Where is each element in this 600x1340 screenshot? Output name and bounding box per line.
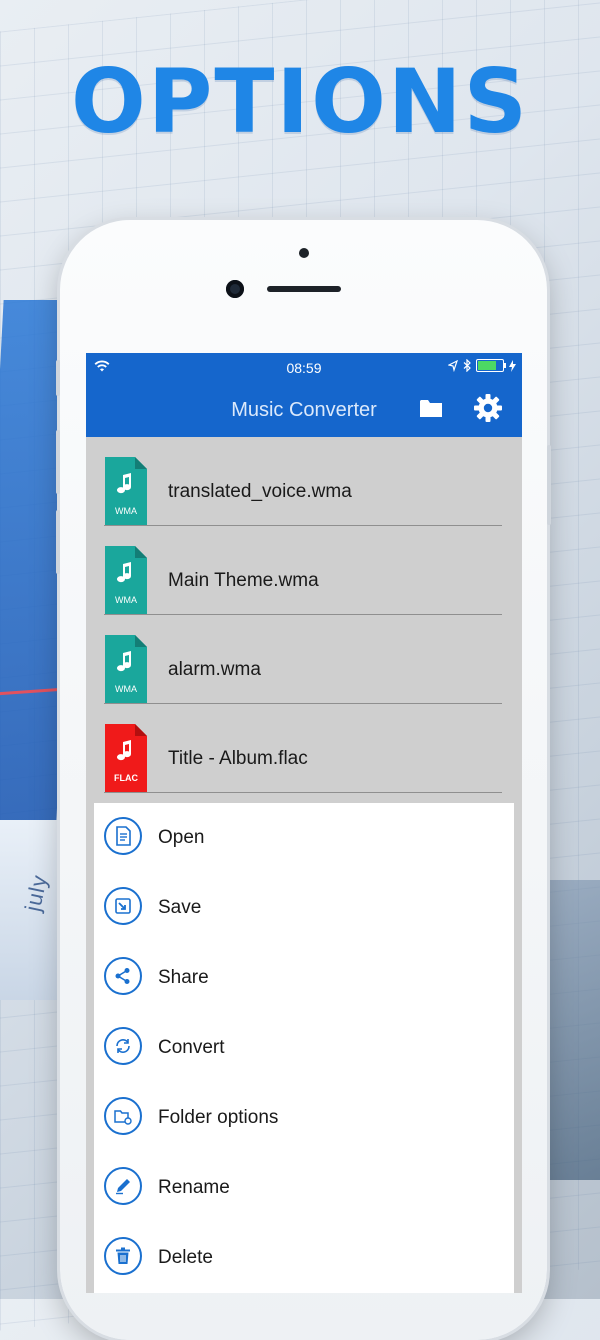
earpiece-speaker — [267, 286, 341, 292]
action-label: Folder options — [158, 1107, 279, 1128]
file-type-label: WMA — [115, 506, 137, 516]
front-sensor — [299, 248, 309, 258]
file-row[interactable]: FLAC Title - Album.flac — [86, 704, 522, 793]
row-divider — [104, 792, 502, 793]
action-rename[interactable]: Rename — [94, 1153, 514, 1223]
action-label: Rename — [158, 1177, 230, 1198]
action-save[interactable]: Save — [94, 873, 514, 943]
status-right-icons — [448, 359, 516, 372]
trash-icon — [104, 1237, 142, 1275]
save-icon — [104, 887, 142, 925]
action-delete[interactable]: Delete — [94, 1223, 514, 1293]
location-arrow-icon — [448, 359, 458, 372]
convert-icon — [104, 1027, 142, 1065]
navigation-bar: Music Converter — [86, 383, 522, 437]
file-type-label: FLAC — [114, 773, 138, 783]
file-row[interactable]: WMA translated_voice.wma — [86, 437, 522, 526]
mute-switch — [56, 360, 60, 396]
battery-icon — [476, 359, 506, 372]
file-row[interactable]: WMA Main Theme.wma — [86, 526, 522, 615]
file-type-label: WMA — [115, 595, 137, 605]
folder-icon[interactable] — [419, 398, 443, 418]
charging-bolt-icon — [509, 359, 516, 372]
open-document-icon — [104, 817, 142, 855]
action-share[interactable]: Share — [94, 943, 514, 1013]
power-button — [547, 445, 551, 525]
app-screen: 08:59 Music Converter WMA translated_voi… — [86, 353, 522, 1293]
hero-title: OPTIONS — [71, 50, 529, 153]
rename-pencil-icon — [104, 1167, 142, 1205]
bluetooth-icon — [463, 359, 471, 372]
front-camera — [226, 280, 244, 298]
share-icon — [104, 957, 142, 995]
action-label: Share — [158, 967, 209, 988]
status-bar: 08:59 — [86, 353, 522, 383]
nav-title: Music Converter — [231, 399, 377, 421]
folder-options-icon — [104, 1097, 142, 1135]
file-row[interactable]: WMA alarm.wma — [86, 615, 522, 704]
settings-gear-icon[interactable] — [473, 393, 503, 423]
file-name: Main Theme.wma — [168, 570, 319, 591]
file-name: translated_voice.wma — [168, 481, 352, 502]
file-name: Title - Album.flac — [168, 748, 308, 769]
action-convert[interactable]: Convert — [94, 1013, 514, 1083]
action-label: Save — [158, 897, 202, 918]
action-label: Open — [158, 827, 205, 848]
file-name: alarm.wma — [168, 659, 261, 680]
action-label: Convert — [158, 1037, 225, 1058]
file-list: WMA translated_voice.wma WMA Main Theme.… — [86, 437, 522, 793]
action-open[interactable]: Open — [94, 803, 514, 873]
volume-down-button — [56, 510, 60, 574]
action-folder-options[interactable]: Folder options — [94, 1083, 514, 1153]
action-label: Delete — [158, 1247, 213, 1268]
action-sheet: Open Save Share Convert Folder options R… — [94, 803, 514, 1293]
volume-up-button — [56, 430, 60, 494]
file-type-label: WMA — [115, 684, 137, 694]
